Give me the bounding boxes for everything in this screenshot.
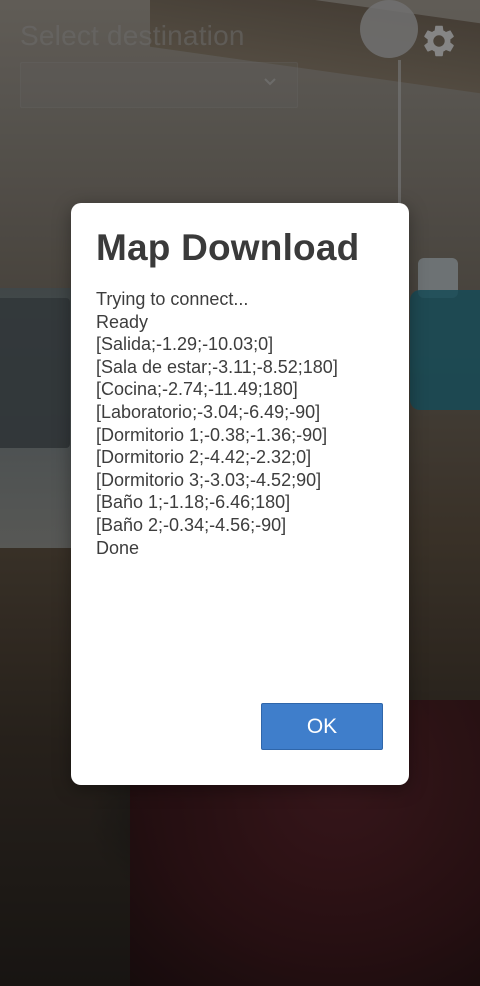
log-line: Done bbox=[96, 537, 140, 558]
log-line: [Cocina;-2.74;-11.49;180] bbox=[96, 379, 298, 400]
log-line: [Dormitorio 2;-4.42;-2.32;0] bbox=[96, 447, 312, 468]
log-line: [Dormitorio 1;-0.38;-1.36;-90] bbox=[96, 424, 328, 445]
log-line: Ready bbox=[96, 311, 149, 332]
log-line: [Salida;-1.29;-10.03;0] bbox=[96, 334, 274, 355]
log-line: Trying to connect... bbox=[96, 289, 249, 309]
dialog-title: Map Download bbox=[96, 227, 360, 268]
log-line: [Baño 1;-1.18;-6.46;180] bbox=[96, 492, 291, 513]
log-line: [Laboratorio;-3.04;-6.49;-90] bbox=[96, 401, 321, 422]
map-download-dialog: Map Download Trying to connect... Ready … bbox=[71, 203, 409, 785]
log-line: [Sala de estar;-3.11;-8.52;180] bbox=[96, 356, 338, 377]
ok-button[interactable]: OK bbox=[261, 703, 383, 750]
log-line: [Dormitorio 3;-3.03;-4.52;90] bbox=[96, 469, 322, 490]
download-log: Trying to connect... Ready [Salida;-1.29… bbox=[96, 288, 396, 559]
log-line: [Baño 2;-0.34;-4.56;-90] bbox=[96, 514, 287, 535]
